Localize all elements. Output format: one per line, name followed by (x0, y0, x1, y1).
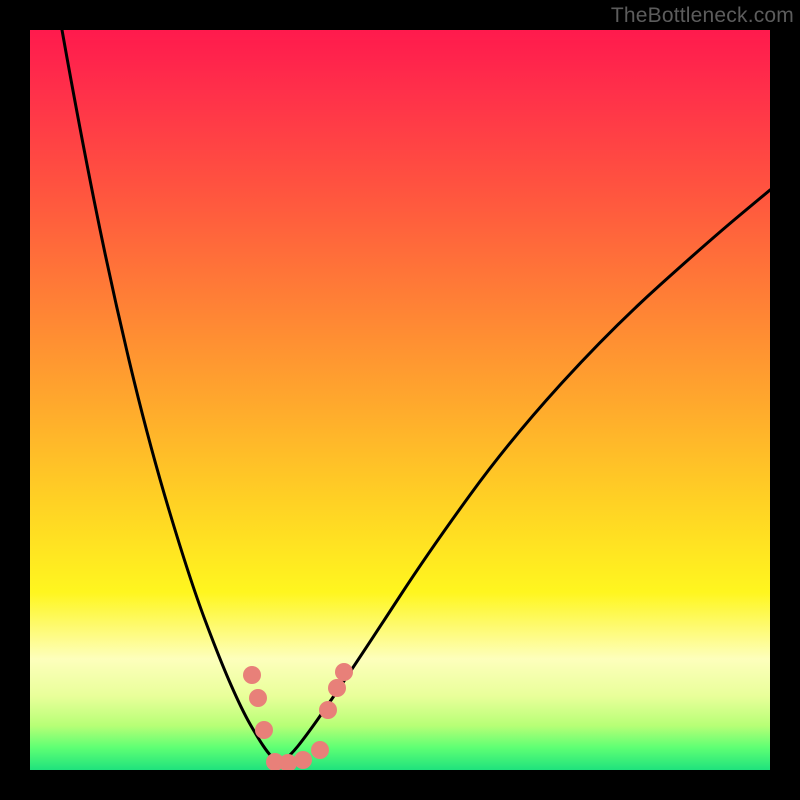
data-dot (328, 679, 346, 697)
curve-left-branch (62, 30, 279, 764)
data-dot (294, 751, 312, 769)
plot-area (30, 30, 770, 770)
curve-layer (30, 30, 770, 770)
curve-right-branch (280, 190, 770, 764)
data-dots (243, 663, 353, 770)
data-dot (249, 689, 267, 707)
data-dot (319, 701, 337, 719)
data-dot (255, 721, 273, 739)
data-dot (243, 666, 261, 684)
data-dot (335, 663, 353, 681)
watermark-text: TheBottleneck.com (611, 4, 794, 28)
data-dot (311, 741, 329, 759)
chart-frame: TheBottleneck.com (0, 0, 800, 800)
